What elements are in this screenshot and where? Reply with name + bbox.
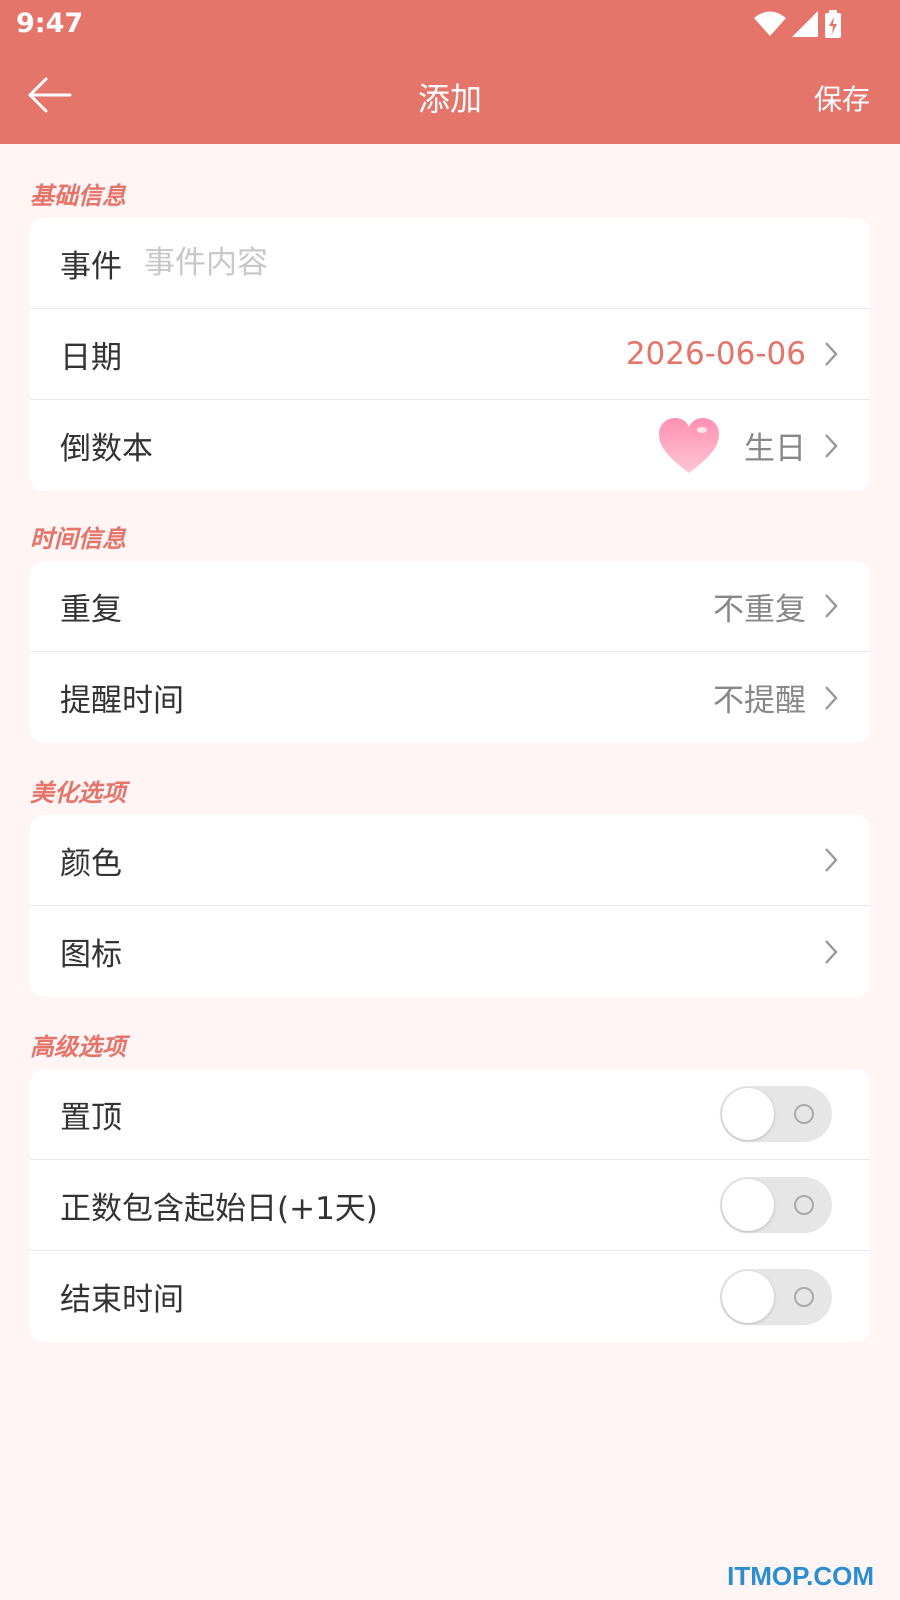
card-basic: 事件 日期 2026-06-06 倒数本 生日 (30, 218, 870, 491)
back-button[interactable] (24, 70, 84, 122)
page-title: 添加 (417, 80, 482, 118)
chevron-right-icon (825, 594, 838, 618)
date-label: 日期 (60, 339, 122, 376)
repeat-row[interactable]: 重复 不重复 (30, 561, 870, 652)
pin-toggle[interactable] (720, 1086, 832, 1142)
repeat-value: 不重复 (713, 591, 806, 628)
toggle-knob (722, 1179, 774, 1231)
pin-row: 置顶 (30, 1069, 870, 1160)
card-time: 重复 不重复 提醒时间 不提醒 (30, 561, 870, 743)
card-beautify: 颜色 图标 (30, 815, 870, 997)
reminder-value: 不提醒 (713, 683, 806, 719)
color-label: 颜色 (60, 845, 122, 882)
toggle-off-indicator (794, 1104, 814, 1124)
event-row: 事件 (30, 218, 870, 309)
section-title-time: 时间信息 (30, 525, 126, 553)
section-title-advanced: 高级选项 (30, 1033, 126, 1061)
color-row[interactable]: 颜色 (30, 815, 870, 906)
back-arrow-icon (28, 77, 72, 113)
battery-charging-icon (825, 10, 841, 38)
date-value: 2026-06-06 (625, 336, 806, 372)
heart-icon (659, 417, 719, 473)
icon-label: 图标 (60, 937, 122, 973)
section-title-beautify: 美化选项 (30, 779, 126, 807)
app-bar: 添加 保存 (0, 48, 900, 144)
countdown-book-row[interactable]: 倒数本 生日 (30, 400, 870, 491)
toggle-off-indicator (794, 1286, 814, 1307)
toggle-knob (722, 1088, 774, 1140)
end-time-toggle[interactable] (720, 1268, 832, 1325)
status-bar: 9:47 (0, 0, 900, 48)
section-title-basic: 基础信息 (30, 182, 126, 210)
event-label: 事件 (60, 248, 122, 285)
date-row[interactable]: 日期 2026-06-06 (30, 309, 870, 400)
chevron-right-icon (825, 848, 838, 872)
chevron-right-icon (825, 939, 838, 964)
chevron-right-icon (825, 342, 838, 366)
countdown-book-label: 倒数本 (60, 431, 153, 467)
toggle-off-indicator (794, 1195, 814, 1215)
status-time: 9:47 (16, 8, 84, 39)
include-start-day-row: 正数包含起始日(+1天) (30, 1160, 870, 1251)
pin-label: 置顶 (60, 1099, 122, 1136)
icon-row[interactable]: 图标 (30, 906, 870, 997)
signal-icon (792, 11, 818, 37)
include-start-day-toggle[interactable] (720, 1177, 832, 1233)
wifi-icon (754, 11, 786, 36)
repeat-label: 重复 (60, 591, 122, 628)
end-time-label: 结束时间 (60, 1282, 184, 1318)
include-start-day-label: 正数包含起始日(+1天) (60, 1190, 378, 1227)
toggle-knob (722, 1270, 774, 1323)
save-button[interactable]: 保存 (814, 78, 870, 118)
reminder-row[interactable]: 提醒时间 不提醒 (30, 652, 870, 743)
countdown-book-value: 生日 (744, 431, 806, 467)
end-time-row: 结束时间 (30, 1251, 870, 1342)
watermark: ITMOP.COM (727, 1561, 874, 1591)
status-icons (754, 10, 842, 38)
event-input[interactable] (144, 233, 840, 293)
chevron-right-icon (825, 433, 838, 458)
chevron-right-icon (825, 685, 838, 710)
card-advanced: 置顶 正数包含起始日(+1天) 结束时间 (30, 1069, 870, 1342)
reminder-label: 提醒时间 (60, 683, 184, 719)
